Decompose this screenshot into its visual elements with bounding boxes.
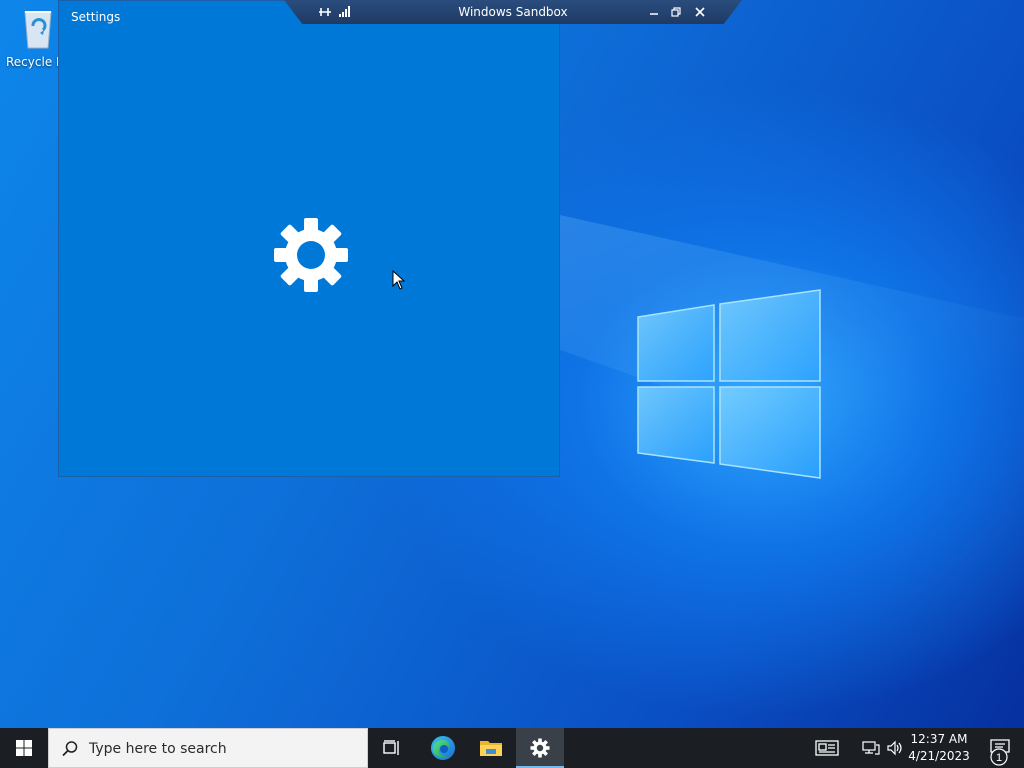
settings-taskbar-button[interactable] xyxy=(516,728,564,768)
news-icon xyxy=(815,740,839,756)
task-view-icon xyxy=(383,740,399,755)
wallpaper-windows-logo xyxy=(637,289,821,479)
network-tray-button[interactable] xyxy=(860,728,882,768)
settings-window[interactable]: Settings xyxy=(58,0,560,477)
start-button[interactable] xyxy=(0,728,48,768)
file-explorer-taskbar-button[interactable] xyxy=(467,728,515,768)
edge-icon xyxy=(431,736,455,760)
restore-icon[interactable] xyxy=(668,4,684,20)
settings-splash-gear-icon xyxy=(274,218,348,292)
settings-window-title: Settings xyxy=(71,10,121,24)
notification-count: 1 xyxy=(996,752,1002,764)
volume-tray-button[interactable] xyxy=(884,728,906,768)
task-view-button[interactable] xyxy=(368,728,416,768)
taskbar: Type here to search 12:37 AM 4/21/2023 xyxy=(0,728,1024,768)
recycle-bin-icon xyxy=(24,11,52,49)
close-icon[interactable] xyxy=(692,4,708,20)
clock-date: 4/21/2023 xyxy=(908,749,970,763)
taskbar-search-box[interactable]: Type here to search xyxy=(48,728,368,768)
mouse-cursor-icon xyxy=(392,270,406,290)
network-icon xyxy=(862,741,880,755)
minimize-icon[interactable] xyxy=(646,4,662,20)
news-and-interests-button[interactable] xyxy=(812,728,842,768)
volume-icon xyxy=(887,740,902,756)
desktop: Recycle Bin Settings Windows Sandbox xyxy=(0,0,1024,728)
windows-start-icon xyxy=(16,740,32,756)
notification-count-badge: 1 xyxy=(990,748,1008,766)
clock-time: 12:37 AM xyxy=(910,732,968,746)
search-icon xyxy=(62,741,78,757)
taskbar-clock[interactable]: 12:37 AM 4/21/2023 xyxy=(906,731,972,765)
edge-taskbar-button[interactable] xyxy=(419,728,467,768)
sandbox-connection-bar[interactable]: Windows Sandbox xyxy=(284,0,742,24)
folder-icon xyxy=(480,741,502,756)
search-placeholder: Type here to search xyxy=(89,741,227,757)
settings-gear-icon xyxy=(530,738,550,758)
